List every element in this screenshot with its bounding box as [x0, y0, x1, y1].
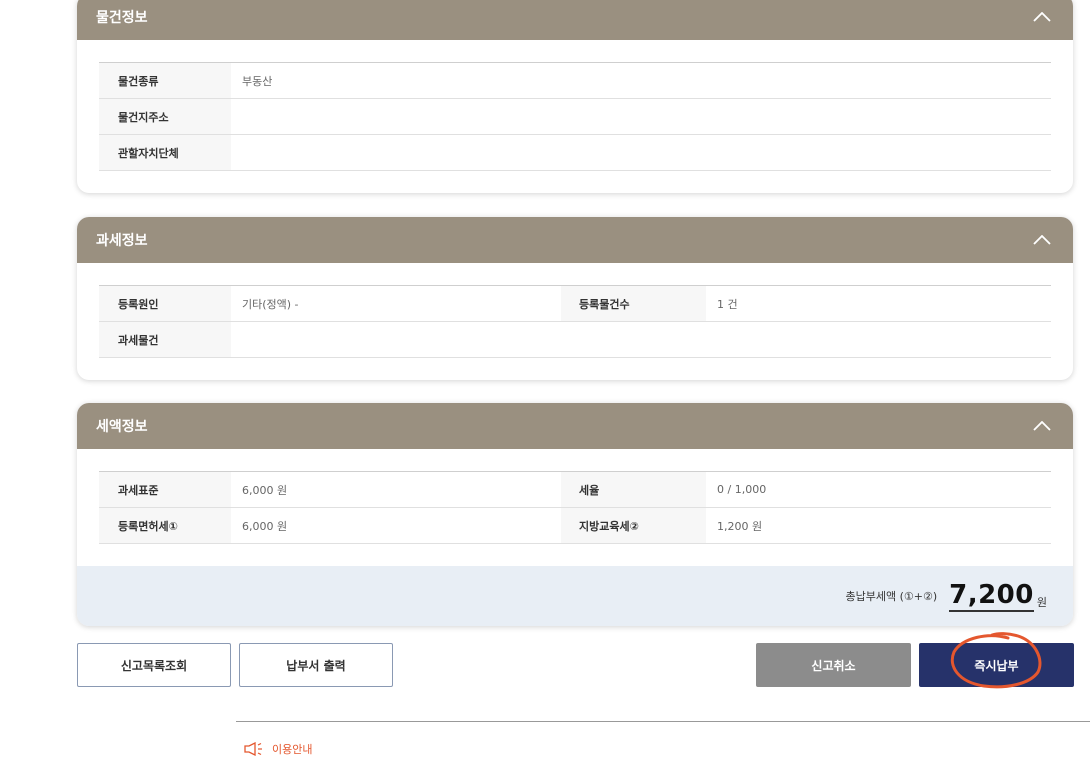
education-tax-value: 1,200 원: [706, 507, 1051, 544]
registration-reason-label: 등록원인: [99, 285, 231, 322]
tax-amount-table: 과세표준 6,000 원 세율 0 / 1,000 등록면허세① 6,000 원…: [99, 471, 1051, 544]
divider: [236, 721, 1090, 722]
usage-guide-label: 이용안내: [272, 743, 313, 756]
row-label: 관할자치단체: [99, 134, 231, 171]
print-bill-button[interactable]: 납부서 출력: [239, 643, 393, 687]
table-row: 과세물건: [99, 321, 1051, 358]
tax-rate-label: 세율: [561, 471, 706, 508]
tax-rate-value: 0 / 1,000: [706, 471, 1051, 508]
section-title: 과세정보: [96, 233, 148, 249]
table-row: 관할자치단체: [99, 134, 1051, 171]
license-tax-value: 6,000 원: [231, 507, 561, 544]
taxation-info-table: 등록원인 기타(정액) - 등록물건수 1 건 과세물건: [99, 285, 1051, 358]
taxation-info-panel: 과세정보 등록원인 기타(정액) - 등록물건수 1 건 과세물건: [77, 217, 1073, 380]
report-list-button[interactable]: 신고목록조회: [77, 643, 231, 687]
row-value: 부동산: [231, 62, 1051, 99]
registration-count-label: 등록물건수: [561, 285, 706, 322]
table-row: 과세표준 6,000 원 세율 0 / 1,000: [99, 471, 1051, 508]
row-value: [231, 98, 1051, 135]
property-info-header[interactable]: 물건정보: [77, 0, 1073, 40]
table-row: 등록면허세① 6,000 원 지방교육세② 1,200 원: [99, 507, 1051, 544]
chevron-up-icon[interactable]: [1031, 415, 1053, 437]
chevron-up-icon[interactable]: [1031, 229, 1053, 251]
section-title: 세액정보: [96, 419, 148, 435]
total-tax-unit: 원: [1036, 596, 1047, 609]
tax-amount-panel: 세액정보 과세표준 6,000 원 세율 0 / 1,000 등록면허세① 6,…: [77, 403, 1073, 626]
chevron-up-icon[interactable]: [1031, 6, 1053, 28]
total-tax-label: 총납부세액 (①+②): [845, 590, 938, 603]
tax-amount-header[interactable]: 세액정보: [77, 403, 1073, 449]
registration-count-value: 1 건: [706, 285, 1051, 322]
tax-base-label: 과세표준: [99, 471, 231, 508]
property-info-panel: 물건정보 물건종류 부동산 물건지주소 관할자치단체: [77, 0, 1073, 193]
section-title: 물건정보: [96, 10, 148, 26]
row-value: [231, 134, 1051, 171]
row-label: 물건종류: [99, 62, 231, 99]
table-row: 물건지주소: [99, 98, 1051, 135]
table-row: 물건종류 부동산: [99, 62, 1051, 99]
total-tax-bar: 총납부세액 (①+②) 7,200 원: [77, 566, 1073, 626]
taxable-object-value: [231, 321, 1051, 358]
tax-base-value: 6,000 원: [231, 471, 561, 508]
property-info-table: 물건종류 부동산 물건지주소 관할자치단체: [99, 62, 1051, 171]
taxable-object-label: 과세물건: [99, 321, 231, 358]
taxation-info-header[interactable]: 과세정보: [77, 217, 1073, 263]
cancel-report-button[interactable]: 신고취소: [756, 643, 911, 687]
usage-guide-link[interactable]: 이용안내: [244, 741, 312, 757]
license-tax-label: 등록면허세①: [99, 507, 231, 544]
education-tax-label: 지방교육세②: [561, 507, 706, 544]
total-tax-amount: 7,200: [949, 580, 1034, 612]
row-label: 물건지주소: [99, 98, 231, 135]
registration-reason-value: 기타(정액) -: [231, 285, 561, 322]
pay-now-button[interactable]: 즉시납부: [919, 643, 1074, 687]
table-row: 등록원인 기타(정액) - 등록물건수 1 건: [99, 285, 1051, 322]
megaphone-icon: [244, 742, 262, 756]
